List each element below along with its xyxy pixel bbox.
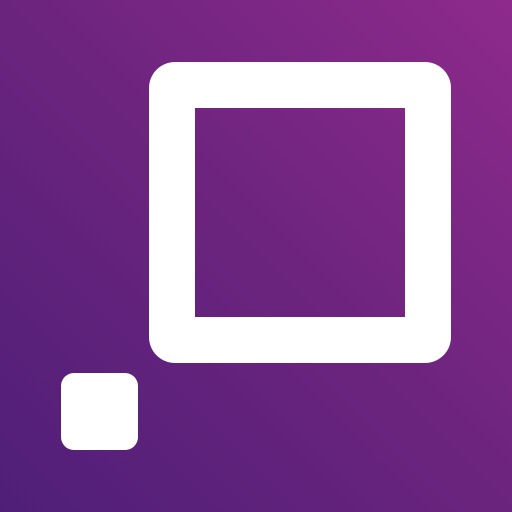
square-inner-area [195, 108, 405, 317]
app-icon-logo [0, 0, 512, 512]
large-square-outline-icon [149, 62, 451, 363]
small-square-dot-icon [61, 373, 138, 450]
